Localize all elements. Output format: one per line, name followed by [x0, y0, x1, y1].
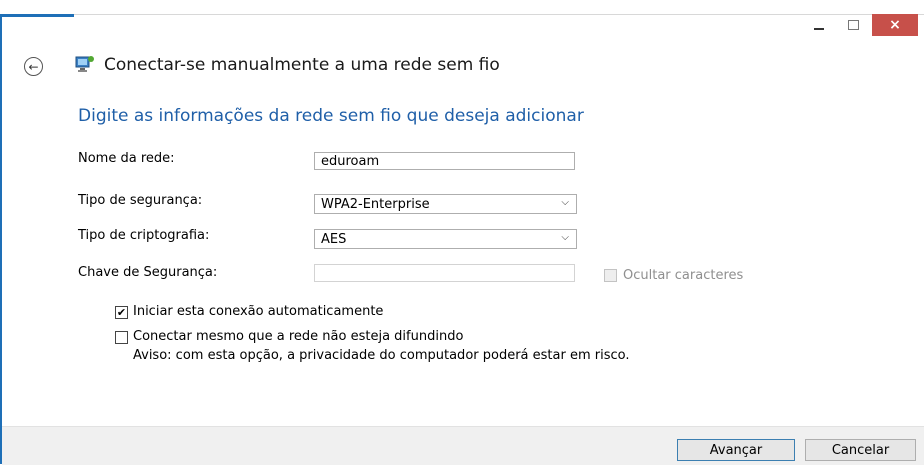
security-key-input[interactable]	[314, 264, 575, 282]
network-name-label: Nome da rede:	[78, 151, 175, 166]
network-computer-icon	[75, 56, 94, 72]
encryption-type-value: AES	[321, 232, 347, 247]
minimize-icon	[814, 28, 824, 30]
encryption-type-label: Tipo de criptografia:	[78, 228, 210, 243]
maximize-button[interactable]	[838, 14, 868, 36]
window-title: Conectar-se manualmente a uma rede sem f…	[104, 55, 500, 75]
next-button[interactable]: Avançar	[677, 439, 795, 461]
security-key-label: Chave de Segurança:	[78, 265, 218, 280]
window-top-border	[74, 14, 924, 15]
security-type-select[interactable]: WPA2-Enterprise ⌵	[314, 194, 577, 214]
minimize-button[interactable]	[804, 14, 834, 36]
cancel-button[interactable]: Cancelar	[805, 439, 916, 461]
security-type-value: WPA2-Enterprise	[321, 197, 430, 212]
hide-characters-checkbox[interactable]	[604, 269, 617, 282]
checkmark-icon: ✔	[116, 306, 127, 319]
page-heading: Digite as informações da rede sem fio qu…	[78, 106, 584, 126]
security-type-label: Tipo de segurança:	[78, 193, 203, 208]
close-button[interactable]: ×	[872, 14, 918, 36]
encryption-type-select[interactable]: AES ⌵	[314, 229, 577, 249]
close-icon: ×	[889, 17, 901, 33]
auto-connect-label: Iniciar esta conexão automaticamente	[133, 304, 384, 319]
maximize-icon	[847, 20, 859, 30]
privacy-warning-text: Aviso: com esta opção, a privacidade do …	[133, 348, 630, 363]
connect-hidden-label: Conectar mesmo que a rede não esteja dif…	[133, 329, 464, 344]
hide-characters-label: Ocultar caracteres	[623, 268, 744, 283]
chevron-down-icon: ⌵	[561, 197, 569, 208]
connect-hidden-checkbox[interactable]	[115, 331, 128, 344]
window-top-accent	[0, 14, 74, 17]
window-border-left	[0, 14, 2, 464]
dialog-window: × ← Conectar-se manualmente a uma rede s…	[0, 0, 924, 465]
back-arrow-glyph: ←	[28, 59, 39, 74]
auto-connect-checkbox[interactable]: ✔	[115, 306, 128, 319]
back-arrow-icon[interactable]: ←	[24, 57, 43, 76]
network-name-input[interactable]: eduroam	[314, 152, 575, 170]
chevron-down-icon: ⌵	[561, 232, 569, 243]
